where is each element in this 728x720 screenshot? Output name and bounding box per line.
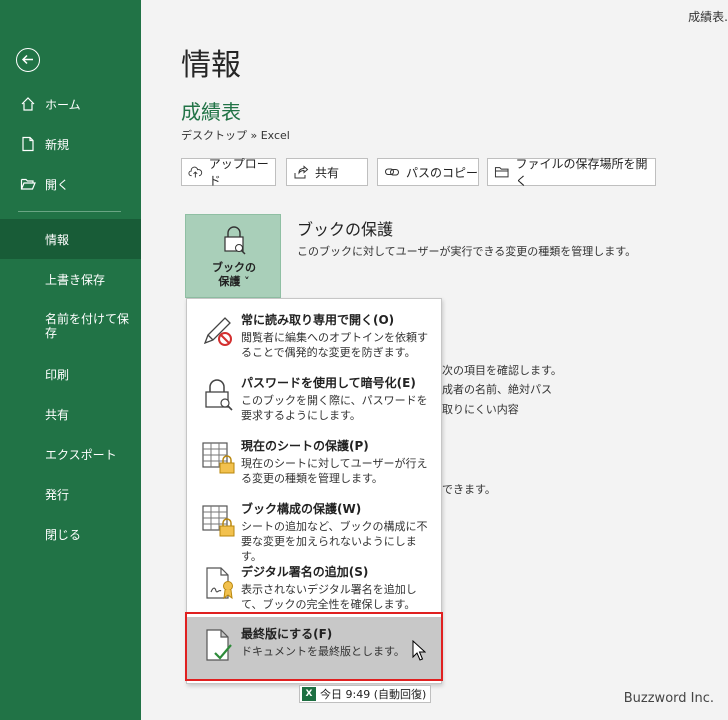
folder-open-icon xyxy=(20,178,36,190)
menu-item-title: 常に読み取り専用で開く(O) xyxy=(241,313,395,327)
window-title: 成績表. xyxy=(688,10,728,24)
always-open-read-only-item[interactable]: 常に読み取り専用で開く(O) 閲覧者に編集へのオプトインを依頼することで偶発的な… xyxy=(187,303,441,365)
menu-item-desc: このブックを開く際に、パスワードを要求するようにします。 xyxy=(241,394,428,422)
sidebar-item-export[interactable]: エクスポート xyxy=(0,434,141,474)
new-document-icon xyxy=(22,136,34,152)
sidebar-item-print[interactable]: 印刷 xyxy=(0,354,141,394)
share-label: 共有 xyxy=(315,165,340,180)
autosave-label: 今日 9:49 (自動回復) xyxy=(320,688,427,701)
excel-file-icon: X xyxy=(302,687,316,701)
sidebar-item-label: 印刷 xyxy=(45,368,70,382)
sidebar-divider xyxy=(18,211,121,212)
open-file-location-button[interactable]: ファイルの保存場所を開く xyxy=(487,157,656,188)
sidebar-item-share[interactable]: 共有 xyxy=(0,394,141,434)
protect-current-sheet-item[interactable]: 現在のシートの保護(P) 現在のシートに対してユーザーが行える変更の種類を管理し… xyxy=(187,429,441,491)
autosave-version[interactable]: X 今日 9:49 (自動回復) xyxy=(299,685,432,703)
folder-icon xyxy=(494,167,509,178)
sidebar-item-label: 情報 xyxy=(45,233,70,247)
menu-item-title: ブック構成の保護(W) xyxy=(241,502,362,516)
cloud-upload-icon xyxy=(188,166,203,178)
document-name: 成績表 xyxy=(181,100,241,124)
sheet-lock-icon xyxy=(202,442,235,474)
menu-item-desc: 表示されないデジタル署名を追加して、ブックの完全性を確保します。 xyxy=(241,583,417,611)
sidebar-item-save[interactable]: 上書き保存 xyxy=(0,259,141,299)
protect-description: このブックに対してユーザーが実行できる変更の種類を管理します。 xyxy=(297,245,637,258)
back-arrow-icon[interactable] xyxy=(16,48,40,72)
watermark: Buzzword Inc. xyxy=(623,691,714,706)
sidebar-item-label: 共有 xyxy=(45,408,70,422)
inspect-text: 作成者の名前、絶対パス xyxy=(431,383,552,396)
sidebar-item-new[interactable]: 新規 xyxy=(0,124,141,164)
home-icon xyxy=(21,97,35,111)
protect-workbook-structure-item[interactable]: ブック構成の保護(W) シートの追加など、ブックの構成に不要な変更を加えられない… xyxy=(187,492,441,563)
copy-path-label: パスのコピー xyxy=(406,165,479,180)
workbook-lock-icon xyxy=(202,505,235,537)
sidebar-item-save-as[interactable]: 名前を付けて保存 xyxy=(0,306,141,350)
copy-path-button[interactable]: パスのコピー xyxy=(377,158,479,186)
sidebar-item-label: ホーム xyxy=(45,98,81,112)
mouse-cursor-icon xyxy=(412,640,426,661)
protect-heading: ブックの保護 xyxy=(297,220,394,239)
backstage-sidebar: ホーム 新規 開く 情報 上書き保存 名前を付けて保存 印刷 共有 エクスポート… xyxy=(0,0,141,720)
menu-item-title: 現在のシートの保護(P) xyxy=(241,439,369,453)
sidebar-item-close[interactable]: 閉じる xyxy=(0,514,141,554)
lock-key-icon xyxy=(205,379,233,411)
sidebar-item-label: 名前を付けて保存 xyxy=(45,312,130,340)
sidebar-item-label: 上書き保存 xyxy=(45,273,106,287)
lock-key-icon xyxy=(224,226,246,255)
inspect-text: の次の項目を確認します。 xyxy=(431,364,562,377)
sidebar-item-label: 発行 xyxy=(45,488,70,502)
sidebar-item-label: 開く xyxy=(45,178,70,192)
sidebar-item-info[interactable]: 情報 xyxy=(0,219,141,259)
sidebar-item-label: エクスポート xyxy=(45,448,117,462)
protect-tile-label-2: 保護 ˅ xyxy=(218,275,250,288)
link-icon xyxy=(385,168,399,176)
add-digital-signature-item[interactable]: デジタル署名の追加(S) 表示されないデジタル署名を追加して、ブックの完全性を確… xyxy=(187,555,441,617)
pencil-no-icon xyxy=(203,317,232,346)
menu-item-desc: 閲覧者に編集へのオプトインを依頼することで偶発的な変更を防ぎます。 xyxy=(241,331,428,359)
sidebar-item-home[interactable]: ホーム xyxy=(0,84,141,124)
open-location-label: ファイルの保存場所を開く xyxy=(515,157,648,188)
highlight-annotation xyxy=(185,612,443,681)
upload-label: アップロード xyxy=(208,157,269,188)
protect-workbook-button[interactable]: ブックの 保護 ˅ xyxy=(185,214,281,298)
share-button[interactable]: 共有 xyxy=(286,158,368,186)
inspect-text: み取りにくい内容 xyxy=(431,403,519,416)
sidebar-item-open[interactable]: 開く xyxy=(0,164,141,204)
upload-button[interactable]: アップロード xyxy=(181,157,276,188)
share-icon xyxy=(294,165,309,179)
page-title: 情報 xyxy=(181,48,241,83)
sidebar-item-label: 閉じる xyxy=(45,528,82,542)
signature-icon xyxy=(206,567,233,600)
sidebar-item-publish[interactable]: 発行 xyxy=(0,474,141,514)
encrypt-with-password-item[interactable]: パスワードを使用して暗号化(E) このブックを開く際に、パスワードを要求するよう… xyxy=(187,366,441,428)
menu-item-desc: 現在のシートに対してユーザーが行える変更の種類を管理します。 xyxy=(241,457,428,485)
sidebar-item-label: 新規 xyxy=(45,138,70,152)
menu-item-title: デジタル署名の追加(S) xyxy=(241,565,369,579)
document-path: デスクトップ » Excel xyxy=(181,129,290,142)
menu-item-title: パスワードを使用して暗号化(E) xyxy=(241,376,416,390)
